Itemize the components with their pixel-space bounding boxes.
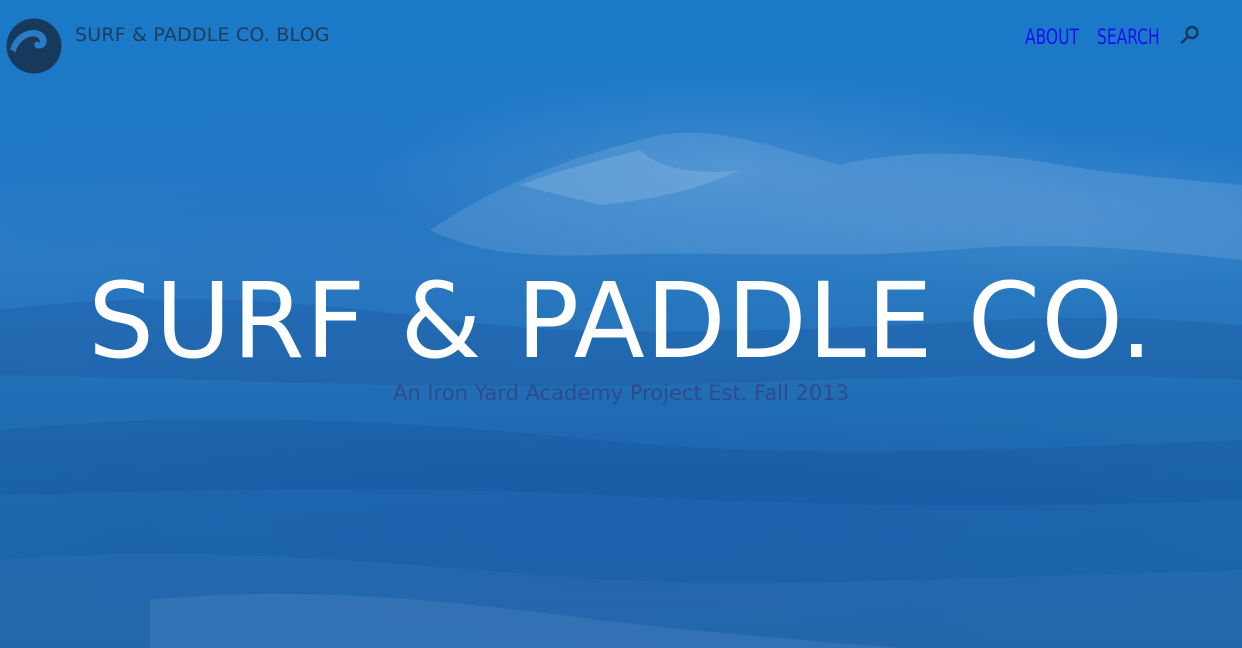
main-nav: ABOUT SEARCH [1025, 25, 1181, 49]
hero-subtitle: An Iron Yard Academy Project Est. Fall 2… [393, 381, 849, 405]
nav-link-search[interactable]: SEARCH [1097, 25, 1160, 49]
brand-title[interactable]: SURF & PADDLE CO. BLOG [75, 24, 330, 46]
search-icon[interactable] [1179, 24, 1201, 46]
nav-link-about[interactable]: ABOUT [1025, 25, 1079, 49]
site-logo[interactable]: SURF & PADDLE CO. BLOG [5, 17, 330, 75]
hero-title: SURF & PADDLE CO. [88, 260, 1154, 382]
wave-logo-icon [6, 18, 62, 74]
